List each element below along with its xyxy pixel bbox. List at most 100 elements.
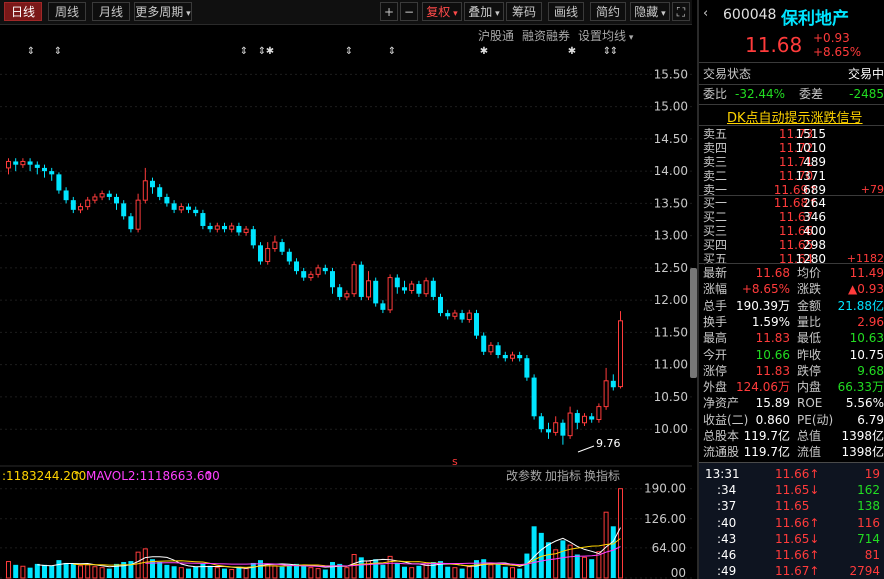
edit-params-button[interactable]: 改参数 <box>506 468 542 483</box>
tick-row: :40 11.66↑ 116 <box>699 515 884 531</box>
candle <box>474 309 479 339</box>
candle <box>589 413 595 423</box>
stat-label: 昨收 <box>797 347 822 362</box>
tick-time: :37 <box>717 499 737 514</box>
candle <box>78 203 83 214</box>
candle <box>135 193 141 233</box>
volume-bar <box>171 566 177 578</box>
candles: ⇕ ⇕ ⇕ ⇕ ✱ ⇕ ⇕ ✱ ✱ ⇕⇕ <box>6 46 623 445</box>
volume-bar <box>49 565 55 578</box>
tick-volume: 138 <box>857 499 880 514</box>
candle <box>553 416 559 436</box>
volume-bar <box>582 556 587 579</box>
candle <box>128 213 134 233</box>
candle <box>222 222 227 233</box>
trade-status-value: 交易中 <box>847 67 884 81</box>
stat-row: 最新 11.68 均价 11.49 <box>699 265 884 281</box>
volume-bar <box>250 562 256 578</box>
stat-value: 124.06万 <box>736 380 790 395</box>
event-marker-icon[interactable]: ⇕ <box>388 46 396 57</box>
volume-bar <box>517 568 523 578</box>
mavol1-arrow-icon: ↑ <box>72 469 82 483</box>
volume-bar <box>402 566 407 578</box>
candle <box>265 242 271 265</box>
tick-row: 13:31 11.66↑ 19 <box>699 466 884 482</box>
event-marker-icon[interactable]: ✱ <box>266 46 274 57</box>
stat-value: 119.7亿 <box>743 445 790 460</box>
tick-price: 11.66↑ <box>775 467 820 481</box>
tick-price: 11.67↑ <box>775 564 820 579</box>
volume-bar <box>20 565 26 579</box>
price-tick-label: 14.00 <box>654 164 688 178</box>
tick-list[interactable]: 13:31 11.66↑ 19:34 11.65↓ 162:37 11.65 138:40 1… <box>699 463 884 579</box>
candle <box>394 274 400 294</box>
volume-tick-label: 190.00 <box>644 482 686 496</box>
event-marker-icon[interactable]: ✱ <box>568 46 576 57</box>
stat-row: 收益(二) 0.860 PE(动) 6.79 <box>699 412 884 428</box>
stat-label: 金额 <box>797 298 822 313</box>
stat-row: 最高 11.83 最低 10.63 <box>699 330 884 346</box>
candle <box>430 277 436 301</box>
candle <box>229 222 235 233</box>
stat-row: 总股本 119.7亿 总值 1398亿 <box>699 428 884 444</box>
event-marker-icon[interactable]: ⇕ <box>345 46 353 57</box>
volume-bar <box>322 569 328 578</box>
event-marker-icon[interactable]: ⇕ <box>54 46 62 57</box>
volume-bar <box>301 565 307 578</box>
volume-bar <box>56 560 62 578</box>
candle <box>373 277 379 307</box>
stat-value: 15.89 <box>755 396 790 411</box>
volume-bar <box>466 566 472 579</box>
candle <box>70 196 76 214</box>
volume-bar <box>315 568 321 579</box>
candle <box>164 193 170 207</box>
event-marker-icon[interactable]: ✱ <box>480 46 488 57</box>
collapse-panel-handle[interactable] <box>690 268 697 378</box>
price-change: +0.93 <box>813 31 850 45</box>
stat-value: 2.96 <box>857 314 884 329</box>
event-marker-icon[interactable]: ⇕ <box>27 46 35 57</box>
stat-value: 1.59% <box>751 314 790 329</box>
candle <box>272 235 278 252</box>
volume-bar <box>193 566 199 578</box>
candle <box>171 200 177 214</box>
tick-time: :49 <box>717 564 737 579</box>
stat-row: 换手 1.59% 量比 2.96 <box>699 314 884 330</box>
volume-bar <box>214 567 220 579</box>
stat-value: 1398亿 <box>841 429 884 443</box>
stat-row: 外盘 124.06万 内盘 66.33万 <box>699 379 884 395</box>
volume-bar <box>135 551 141 579</box>
candle <box>358 261 364 301</box>
event-marker-icon[interactable]: ⇕ <box>240 46 248 57</box>
volume-bar <box>6 561 11 579</box>
panel-back-icon[interactable]: ‹ <box>703 6 708 21</box>
candle <box>106 190 112 201</box>
volume-bar <box>488 564 494 579</box>
candle <box>517 351 523 362</box>
stat-row: 涨停 11.83 跌停 9.68 <box>699 363 884 379</box>
stat-label: 最新 <box>703 266 728 280</box>
kline-chart[interactable]: 15.50 15.00 14.50 14.00 13.50 13.00 12.50 12.00… <box>0 0 692 579</box>
stat-row: 今开 10.66 昨收 10.75 <box>699 347 884 363</box>
dk-signal-link[interactable]: DK点自动提示涨跌信号 <box>727 107 863 126</box>
candle <box>380 300 386 314</box>
candle <box>337 284 343 301</box>
candle <box>466 309 472 323</box>
tick-time: 13:31 <box>705 467 740 481</box>
volume-bar <box>243 568 249 579</box>
candle <box>258 242 263 265</box>
event-marker-icon[interactable]: ⇕ <box>610 46 618 57</box>
stat-value: 10.75 <box>849 347 884 362</box>
stat-label: 跌停 <box>797 363 822 378</box>
current-price: 11.68 <box>745 33 803 57</box>
add-indicator-button[interactable]: 加指标 <box>545 468 581 483</box>
price-tick-label: 13.00 <box>654 229 688 243</box>
stat-value: 1398亿 <box>841 445 884 460</box>
signal-marker: s <box>452 455 458 468</box>
stat-value: 11.68 <box>755 266 790 280</box>
price-tick-label: 15.00 <box>654 100 688 114</box>
stat-label: 最高 <box>703 331 728 346</box>
weicha-label: 委差 <box>799 87 824 101</box>
switch-indicator-button[interactable]: 换指标 <box>584 468 620 483</box>
stat-label: 内盘 <box>797 380 822 395</box>
